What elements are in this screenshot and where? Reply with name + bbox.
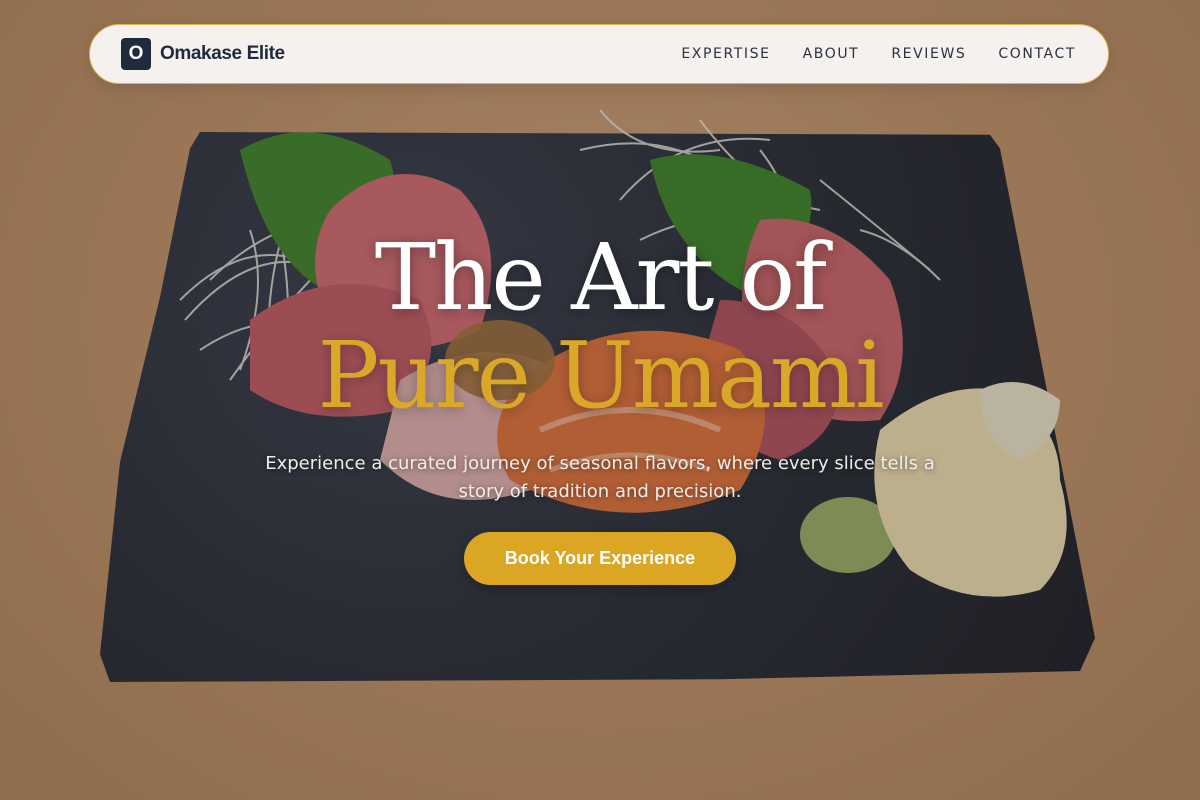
nav-link-reviews[interactable]: REVIEWS bbox=[891, 46, 966, 62]
headline-line-2: Pure Umami bbox=[317, 322, 884, 429]
brand-name[interactable]: Omakase Elite bbox=[160, 43, 285, 65]
hero-subtitle: Experience a curated journey of seasonal… bbox=[265, 453, 935, 502]
nav-link-contact[interactable]: CONTACT bbox=[998, 46, 1076, 62]
hero-section: The Art of Pure Umami Experience a curat… bbox=[0, 228, 1200, 585]
top-navbar: O Omakase Elite EXPERTISE ABOUT REVIEWS … bbox=[89, 24, 1109, 84]
hero-headline: The Art of Pure Umami bbox=[0, 228, 1200, 424]
headline-line-1: The Art of bbox=[374, 224, 827, 331]
nav-link-expertise[interactable]: EXPERTISE bbox=[681, 46, 770, 62]
brand-logo-icon[interactable]: O bbox=[121, 38, 151, 70]
book-experience-button[interactable]: Book Your Experience bbox=[464, 532, 736, 585]
nav-links: EXPERTISE ABOUT REVIEWS CONTACT bbox=[681, 46, 1076, 62]
brand[interactable]: O Omakase Elite bbox=[121, 38, 285, 70]
nav-link-about[interactable]: ABOUT bbox=[803, 46, 860, 62]
